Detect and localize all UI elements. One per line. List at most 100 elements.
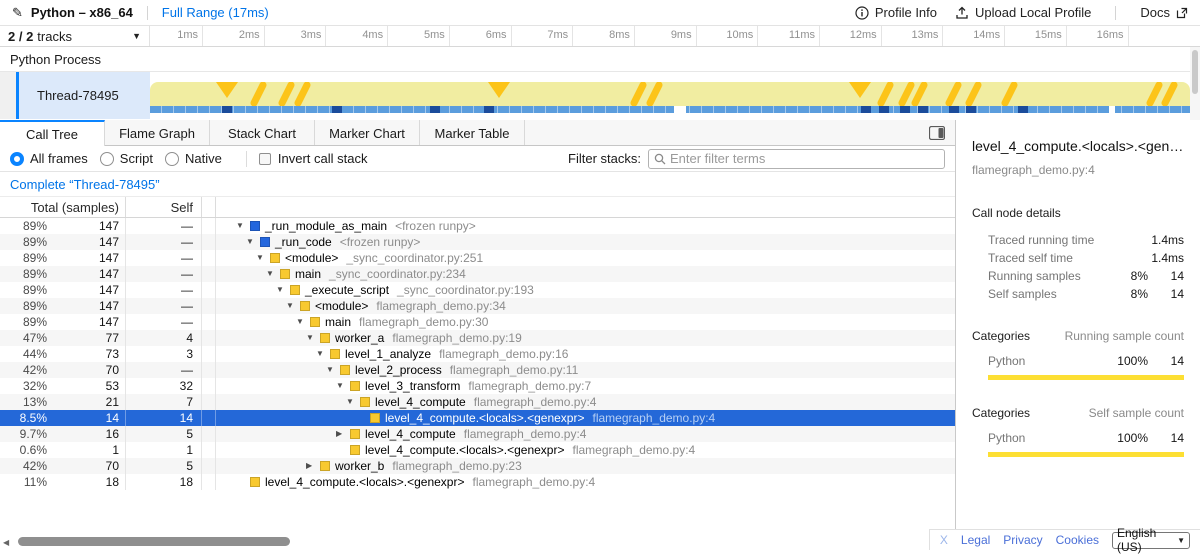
activity-marks <box>150 82 1190 106</box>
stat-value: 14 <box>1148 269 1184 283</box>
radio-label: All frames <box>30 151 88 166</box>
categories-title: Categories <box>972 406 1030 420</box>
call-tree-row[interactable]: 8.5%1414level_4_compute.<locals>.<genexp… <box>0 410 955 426</box>
main-panel: Call TreeFlame GraphStack ChartMarker Ch… <box>0 120 1200 550</box>
category-name: Python <box>988 354 1104 368</box>
radio-all-frames[interactable] <box>10 152 24 166</box>
radio-script[interactable] <box>100 152 114 166</box>
row-total-samples: 70 <box>50 362 126 378</box>
thread-track-label-area[interactable]: Thread-78495 <box>0 72 150 119</box>
row-total-percent: 0.6% <box>0 442 50 458</box>
collapse-arrow-icon[interactable]: ▼ <box>236 218 250 234</box>
tracks-vertical-scrollbar[interactable] <box>1190 47 1200 120</box>
call-tree-row[interactable]: 13%217▼level_4_computeflamegraph_demo.py… <box>0 394 955 410</box>
column-header-total[interactable]: Total (samples) <box>0 197 126 217</box>
activity-mark <box>254 85 263 103</box>
radio-native[interactable] <box>165 152 179 166</box>
row-spacer <box>202 442 216 458</box>
collapse-arrow-icon[interactable]: ▼ <box>286 298 300 314</box>
full-range-link[interactable]: Full Range (17ms) <box>162 5 269 20</box>
tab-marker-table[interactable]: Marker Table <box>420 120 525 146</box>
indent-spacer <box>236 258 256 259</box>
column-header-spacer <box>202 197 216 217</box>
horizontal-scrollbar[interactable]: ◀ <box>0 536 955 548</box>
ruler-tick-label: 2ms <box>202 29 260 41</box>
scroll-left-arrow-icon[interactable]: ◀ <box>3 538 9 547</box>
filter-toolbar: All framesScriptNative Invert call stack… <box>0 146 955 172</box>
collapse-arrow-icon[interactable]: ▼ <box>266 266 280 282</box>
call-tree-row[interactable]: 89%147—▼_run_module_as_main<frozen runpy… <box>0 218 955 234</box>
filter-stacks-input[interactable] <box>670 151 939 166</box>
tab-call-tree[interactable]: Call Tree <box>0 120 105 146</box>
call-tree-row[interactable]: 47%774▼worker_aflamegraph_demo.py:19 <box>0 330 955 346</box>
call-tree-row[interactable]: 89%147—▼<module>_sync_coordinator.py:251 <box>0 250 955 266</box>
call-tree-row[interactable]: 42%705▶worker_bflamegraph_demo.py:23 <box>0 458 955 474</box>
call-tree-row[interactable]: 89%147—▼_run_code<frozen runpy> <box>0 234 955 250</box>
breadcrumb-root-link[interactable]: Complete “Thread-78495” <box>10 177 160 192</box>
file-location: flamegraph_demo.py:11 <box>450 362 579 378</box>
row-total-samples: 21 <box>50 394 126 410</box>
scrollbar-thumb[interactable] <box>1192 50 1198 94</box>
profile-info-button[interactable]: Profile Info <box>855 5 937 20</box>
call-tree-row[interactable]: 89%147—▼mainflamegraph_demo.py:30 <box>0 314 955 330</box>
row-total-samples: 70 <box>50 458 126 474</box>
timeline-ruler[interactable]: 1ms2ms3ms4ms5ms6ms7ms8ms9ms10ms11ms12ms1… <box>150 26 1190 46</box>
tracks-dropdown[interactable]: 2 / 2 tracks ▼ <box>0 26 150 46</box>
collapse-arrow-icon[interactable]: ▼ <box>306 330 320 346</box>
docs-link[interactable]: Docs <box>1140 5 1188 20</box>
collapse-arrow-icon[interactable]: ▼ <box>296 314 310 330</box>
collapse-arrow-icon[interactable]: ▼ <box>256 250 270 266</box>
category-square-icon <box>350 429 360 439</box>
call-tree-row[interactable]: 0.6%11level_4_compute.<locals>.<genexpr>… <box>0 442 955 458</box>
expand-arrow-icon[interactable]: ▶ <box>336 426 350 442</box>
scrollbar-thumb[interactable] <box>18 537 290 546</box>
call-tree-row[interactable]: 11%1818level_4_compute.<locals>.<genexpr… <box>0 474 955 490</box>
thread-activity-graph[interactable] <box>150 72 1190 119</box>
tab-stack-chart[interactable]: Stack Chart <box>210 120 315 146</box>
tab-flame-graph[interactable]: Flame Graph <box>105 120 210 146</box>
activity-mark <box>915 85 924 103</box>
footer-link-x[interactable]: X <box>940 533 948 547</box>
row-call-node: ▶worker_bflamegraph_demo.py:23 <box>216 458 955 474</box>
column-header-self[interactable]: Self <box>126 197 202 217</box>
collapse-arrow-icon[interactable]: ▼ <box>336 378 350 394</box>
call-tree-row[interactable]: 42%70—▼level_2_processflamegraph_demo.py… <box>0 362 955 378</box>
function-name: main <box>295 266 321 282</box>
collapse-arrow-icon[interactable]: ▼ <box>316 346 330 362</box>
activity-band <box>150 82 1190 106</box>
footer-link-legal[interactable]: Legal <box>961 533 990 547</box>
dark-sample-segment <box>861 106 871 113</box>
row-spacer <box>202 234 216 250</box>
collapse-arrow-icon[interactable]: ▼ <box>326 362 340 378</box>
row-spacer <box>202 282 216 298</box>
call-tree-row[interactable]: 89%147—▼<module>flamegraph_demo.py:34 <box>0 298 955 314</box>
row-self-samples: 7 <box>126 394 202 410</box>
invert-call-stack-checkbox[interactable] <box>259 153 271 165</box>
thread-track-row: Thread-78495 <box>0 72 1200 119</box>
collapse-arrow-icon[interactable]: ▼ <box>276 282 290 298</box>
categories-subtitle: Self sample count <box>1089 406 1184 420</box>
collapse-arrow-icon[interactable]: ▼ <box>246 234 260 250</box>
tab-marker-chart[interactable]: Marker Chart <box>315 120 420 146</box>
dark-sample-segment <box>484 106 494 113</box>
sidebar-toggle-button[interactable] <box>929 126 945 143</box>
call-tree-row[interactable]: 9.7%165▶level_4_computeflamegraph_demo.p… <box>0 426 955 442</box>
upload-local-profile-button[interactable]: Upload Local Profile <box>955 5 1091 20</box>
call-tree-row[interactable]: 44%733▼level_1_analyzeflamegraph_demo.py… <box>0 346 955 362</box>
language-select[interactable]: English (US) ▼ <box>1112 532 1190 549</box>
row-spacer <box>202 362 216 378</box>
call-tree-row[interactable]: 89%147—▼_execute_script_sync_coordinator… <box>0 282 955 298</box>
call-tree-row[interactable]: 89%147—▼main_sync_coordinator.py:234 <box>0 266 955 282</box>
footer-link-cookies[interactable]: Cookies <box>1056 533 1099 547</box>
process-track-row[interactable]: Python Process <box>0 47 1200 72</box>
categories-heading: CategoriesRunning sample count <box>972 329 1184 343</box>
activity-mark <box>650 85 659 103</box>
ruler-tick-label: 6ms <box>449 29 507 41</box>
activity-mark <box>634 85 643 103</box>
footer-link-privacy[interactable]: Privacy <box>1003 533 1042 547</box>
category-square-icon <box>320 333 330 343</box>
edit-pencil-icon[interactable]: ✎ <box>12 5 23 21</box>
call-tree-row[interactable]: 32%5332▼level_3_transformflamegraph_demo… <box>0 378 955 394</box>
collapse-arrow-icon[interactable]: ▼ <box>346 394 360 410</box>
expand-arrow-icon[interactable]: ▶ <box>306 458 320 474</box>
